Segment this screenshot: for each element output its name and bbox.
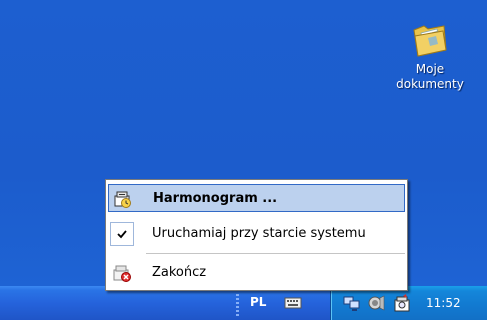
clock[interactable]: 11:52 bbox=[426, 296, 461, 310]
taskbar: PL 11:52 bbox=[0, 286, 487, 320]
menu-item-label: Zakończ bbox=[152, 265, 207, 280]
folder-docs-icon bbox=[413, 25, 447, 57]
desktop-icon-label-line2: dokumenty bbox=[396, 77, 464, 91]
scheduler-tray-icon[interactable] bbox=[393, 294, 413, 318]
network-icon[interactable] bbox=[343, 294, 361, 316]
menu-separator bbox=[146, 253, 405, 254]
scheduler-icon bbox=[111, 187, 135, 211]
checkmark-icon bbox=[110, 222, 134, 246]
menu-item-run-at-startup[interactable]: Uruchamiaj przy starcie systemu bbox=[108, 220, 405, 248]
tray-context-menu: Harmonogram ... Uruchamiaj przy starcie … bbox=[105, 179, 408, 291]
desktop-icon-label-line1: Moje bbox=[415, 62, 445, 76]
exit-icon bbox=[110, 261, 134, 285]
menu-item-scheduler[interactable]: Harmonogram ... bbox=[108, 184, 405, 212]
menu-item-label: Harmonogram ... bbox=[153, 191, 278, 206]
language-indicator[interactable]: PL bbox=[250, 295, 266, 309]
menu-item-exit[interactable]: Zakończ bbox=[108, 259, 405, 287]
volume-icon[interactable] bbox=[367, 294, 385, 316]
desktop-icon-my-documents[interactable]: Moje dokumenty bbox=[380, 20, 480, 92]
keyboard-icon[interactable] bbox=[284, 295, 302, 314]
toolbar-grip[interactable] bbox=[236, 294, 239, 316]
menu-item-label: Uruchamiaj przy starcie systemu bbox=[152, 226, 366, 241]
